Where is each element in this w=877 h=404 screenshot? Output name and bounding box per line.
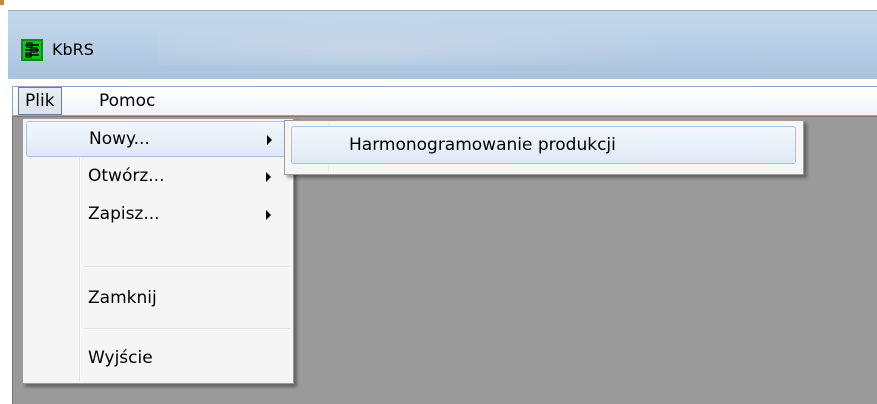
menu-separator [83,266,289,268]
menu-item-zapisz[interactable]: Zapisz... [26,197,290,233]
corner-mark [0,0,4,5]
file-menu-dropdown: Nowy... Otwórz... Zapisz... Zamknij Wyjś… [22,118,294,384]
menu-plik[interactable]: Plik [18,87,62,115]
window-title: KbRS [52,40,94,59]
app-window: KbRS Plik Pomoc Nowy... Otwórz... Zapisz… [0,0,877,404]
menu-item-label: Zamknij [88,288,157,308]
menu-pomoc[interactable]: Pomoc [99,87,155,115]
menu-separator [83,328,289,330]
menu-item-label: Otwórz... [88,166,165,186]
submenu-arrow-icon [266,210,271,220]
new-submenu: Harmonogramowanie produkcji [284,120,804,175]
submenu-arrow-icon [267,135,272,145]
menu-item-label: Harmonogramowanie produkcji [349,135,616,155]
submenu-arrow-icon [266,172,271,182]
menu-item-otworz[interactable]: Otwórz... [26,159,290,195]
menu-item-label: Nowy... [89,129,150,149]
menu-item-label: Wyjście [88,348,153,368]
title-bar[interactable] [8,10,877,79]
menu-item-wyjscie[interactable]: Wyjście [26,341,290,377]
menu-item-nowy[interactable]: Nowy... [26,121,290,157]
app-grid-icon [21,39,43,61]
menu-item-zamknij[interactable]: Zamknij [26,281,290,317]
menu-item-label: Zapisz... [88,204,160,224]
menu-item-harmonogramowanie[interactable]: Harmonogramowanie produkcji [291,126,796,164]
